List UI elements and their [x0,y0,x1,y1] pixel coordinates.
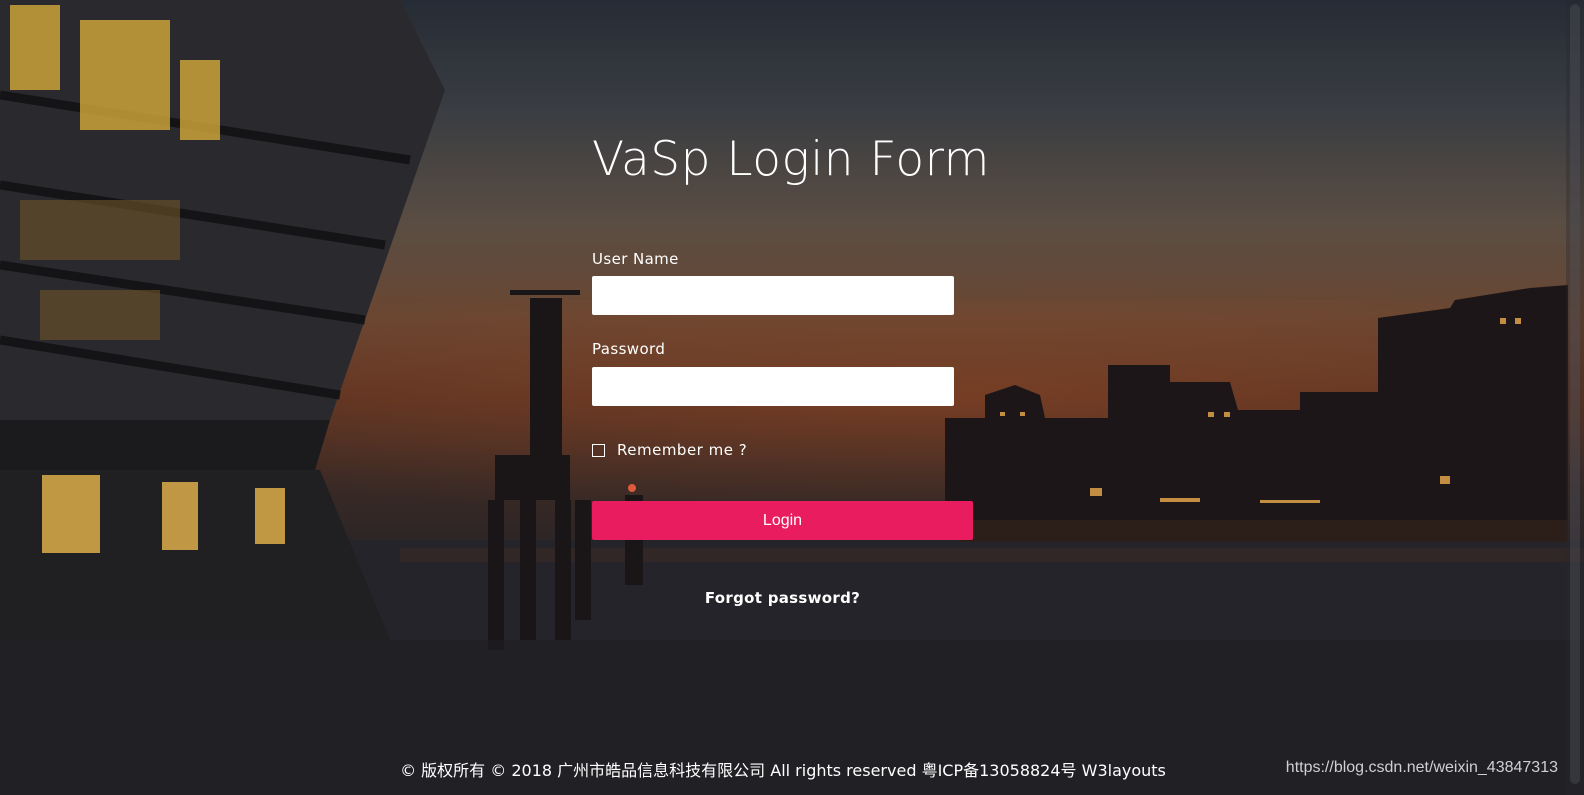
page-title: VaSp Login Form [592,132,990,187]
password-label: Password [592,340,666,358]
vertical-scrollbar[interactable] [1566,0,1584,795]
remember-me[interactable]: Remember me ? [592,441,747,459]
watermark-url: https://blog.csdn.net/weixin_43847313 [1285,759,1558,776]
login-form: VaSp Login Form User Name Password Remem… [0,0,1584,795]
login-page: VaSp Login Form User Name Password Remem… [0,0,1584,795]
username-label: User Name [592,250,679,268]
remember-label: Remember me ? [617,441,748,459]
remember-checkbox[interactable] [592,443,605,457]
username-input[interactable] [592,276,954,315]
password-input[interactable] [592,367,954,406]
forgot-password-link[interactable]: Forgot password? [592,589,973,607]
scrollbar-thumb[interactable] [1570,4,1580,784]
login-button[interactable]: Login [592,501,973,540]
